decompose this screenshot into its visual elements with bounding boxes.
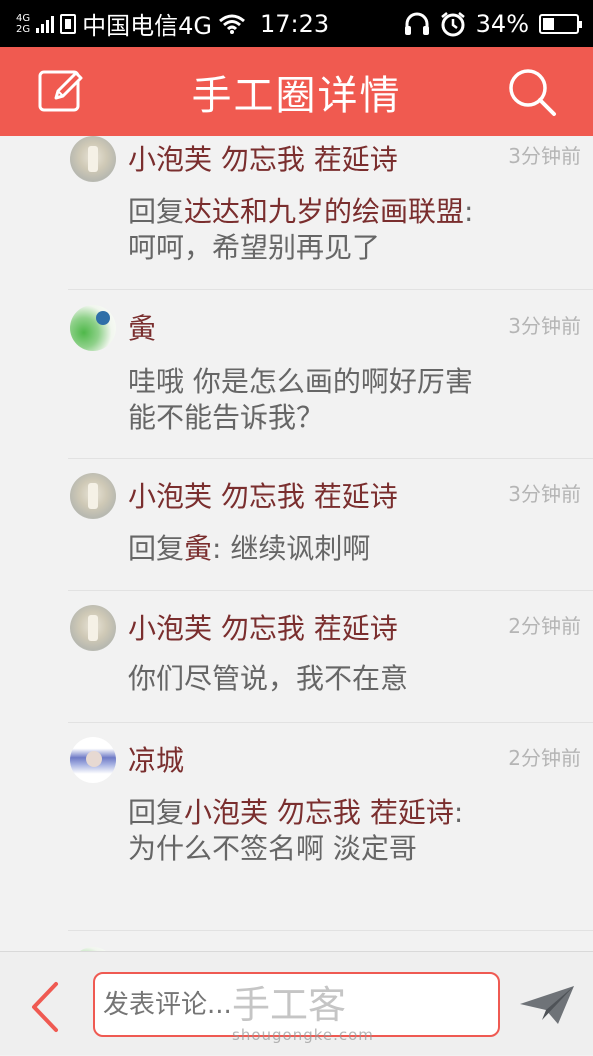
comment-item[interactable]: 小泡芙 勿忘我 茬延诗 3分钟前 回复夤: 继续讽刺啊 xyxy=(68,459,593,591)
search-icon[interactable] xyxy=(506,66,558,118)
avatar[interactable] xyxy=(70,737,116,783)
wifi-icon xyxy=(219,14,245,34)
alarm-clock-icon xyxy=(440,11,465,36)
comment-item-partial[interactable] xyxy=(68,931,593,951)
reply-prefix: 回复 xyxy=(128,796,185,829)
comment-body: 哇哦 你是怎么画的啊好厉害能不能告诉我？ xyxy=(128,365,473,434)
status-bar: 4G 2G 中国电信4G 17:23 34% xyxy=(0,0,593,47)
battery-level xyxy=(543,17,554,30)
network-top-label: 4G xyxy=(16,12,31,24)
network-bottom-label: 2G xyxy=(16,23,31,35)
comment-username[interactable]: 夤 xyxy=(128,307,156,347)
comment-item[interactable]: 凉城 2分钟前 回复小泡芙 勿忘我 茬延诗: 为什么不签名啊 淡定哥 xyxy=(68,723,593,931)
reply-prefix: 回复 xyxy=(128,195,185,228)
comment-item[interactable]: 小泡芙 勿忘我 茬延诗 3分钟前 回复达达和九岁的绘画联盟: 呵呵，希望别再见了 xyxy=(68,136,593,290)
reply-prefix: 回复 xyxy=(128,532,185,565)
comment-time: 3分钟前 xyxy=(508,482,581,506)
avatar[interactable] xyxy=(70,136,116,182)
comment-text: 你们尽管说，我不在意 xyxy=(128,661,498,697)
avatar[interactable] xyxy=(70,473,116,519)
chevron-left-icon[interactable] xyxy=(28,980,62,1034)
header-bar: 手工圈详情 xyxy=(0,47,593,136)
avatar[interactable] xyxy=(70,305,116,351)
edit-icon[interactable] xyxy=(38,68,84,114)
reply-target[interactable]: 夤 xyxy=(184,532,212,565)
carrier-label: 中国电信4G xyxy=(82,12,212,40)
comment-text: 回复小泡芙 勿忘我 茬延诗: 为什么不签名啊 淡定哥 xyxy=(128,795,498,867)
comment-time: 3分钟前 xyxy=(508,144,581,168)
page-title: 手工圈详情 xyxy=(191,72,402,119)
reply-target[interactable]: 小泡芙 勿忘我 茬延诗 xyxy=(184,796,454,829)
comment-username[interactable]: 小泡芙 勿忘我 茬延诗 xyxy=(128,607,398,647)
comment-time: 2分钟前 xyxy=(508,614,581,638)
comment-body: : 继续讽刺啊 xyxy=(212,532,371,565)
comment-text: 哇哦 你是怎么画的啊好厉害能不能告诉我？ xyxy=(128,364,498,436)
headphones-icon xyxy=(404,12,429,35)
comment-input-bar: 手工客 shougongke.com xyxy=(0,951,593,1055)
network-type: 4G 2G xyxy=(16,13,30,35)
comment-item[interactable]: 夤 3分钟前 哇哦 你是怎么画的啊好厉害能不能告诉我？ xyxy=(68,290,593,459)
comment-text: 回复达达和九岁的绘画联盟: 呵呵，希望别再见了 xyxy=(128,194,498,266)
comment-item[interactable]: 小泡芙 勿忘我 茬延诗 2分钟前 你们尽管说，我不在意 xyxy=(68,591,593,723)
comment-input[interactable] xyxy=(93,972,500,1037)
avatar[interactable] xyxy=(70,605,116,651)
comment-username[interactable]: 凉城 xyxy=(128,739,184,779)
clock: 17:23 xyxy=(260,9,330,38)
battery-icon xyxy=(539,13,582,34)
comment-username[interactable]: 小泡芙 勿忘我 茬延诗 xyxy=(128,475,398,515)
comment-username[interactable]: 小泡芙 勿忘我 茬延诗 xyxy=(128,138,398,178)
comment-time: 3分钟前 xyxy=(508,314,581,338)
battery-percent: 34% xyxy=(475,9,529,38)
signal-icon xyxy=(36,15,55,33)
comment-time: 2分钟前 xyxy=(508,746,581,770)
comment-text: 回复夤: 继续讽刺啊 xyxy=(128,531,498,567)
comment-list[interactable]: 小泡芙 勿忘我 茬延诗 3分钟前 回复达达和九岁的绘画联盟: 呵呵，希望别再见了… xyxy=(0,136,593,951)
comment-body: 你们尽管说，我不在意 xyxy=(128,662,409,695)
sim-card-icon xyxy=(60,13,77,34)
send-icon[interactable] xyxy=(518,984,576,1026)
reply-target[interactable]: 达达和九岁的绘画联盟 xyxy=(184,195,464,228)
